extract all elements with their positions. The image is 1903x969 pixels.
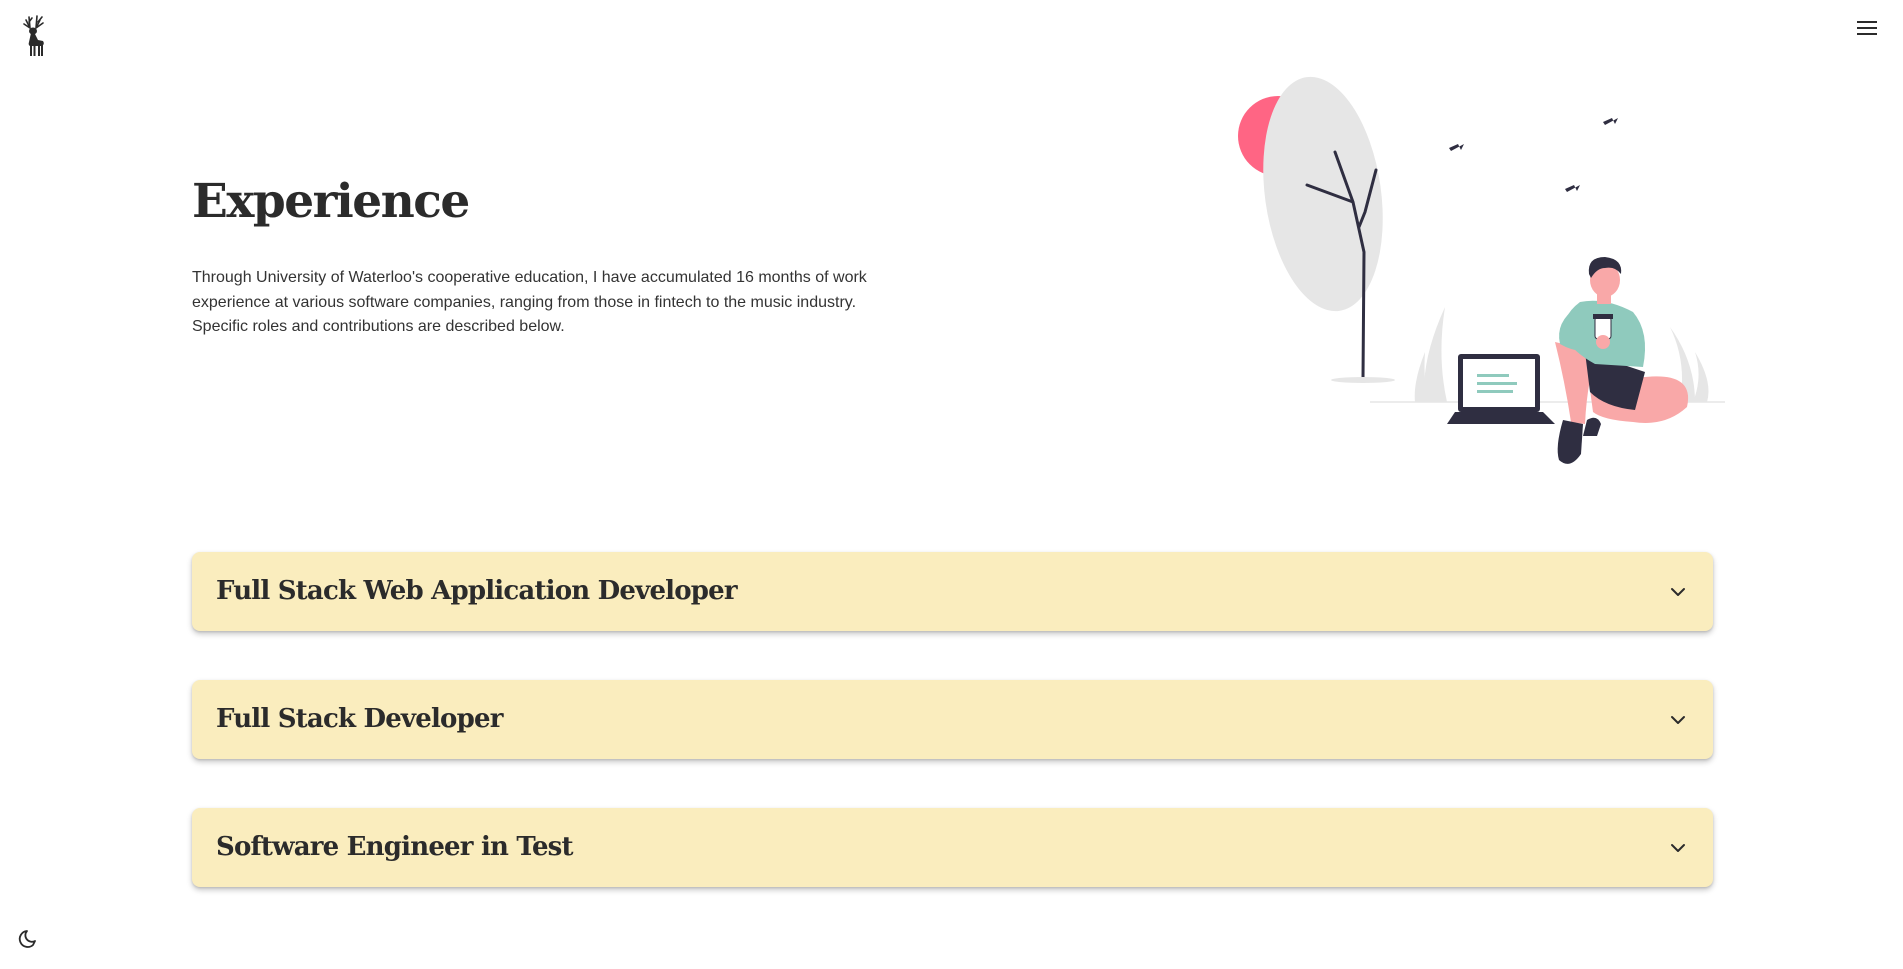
chevron-down-icon [1671,588,1685,596]
accordion-item-software-engineer-in-test[interactable]: Software Engineer in Test [192,808,1713,887]
hamburger-menu-icon[interactable] [1853,16,1881,40]
moon-icon[interactable] [16,926,42,952]
chevron-down-icon [1671,844,1685,852]
accordion-item-full-stack-developer[interactable]: Full Stack Developer [192,680,1713,759]
intro-paragraph: Through University of Waterloo's coopera… [192,269,867,335]
person-with-laptop-illustration [1225,52,1725,482]
accordion-item-full-stack-web-application-developer[interactable]: Full Stack Web Application Developer [192,552,1713,631]
accordion-title: Full Stack Developer [216,704,503,734]
accordion-title: Software Engineer in Test [216,832,574,862]
accordion-title: Full Stack Web Application Developer [216,576,738,606]
page-title: Experience [192,174,470,229]
deer-logo-icon[interactable] [20,14,50,58]
page: Experience Through University of Waterlo… [0,0,1903,969]
chevron-down-icon [1671,716,1685,724]
